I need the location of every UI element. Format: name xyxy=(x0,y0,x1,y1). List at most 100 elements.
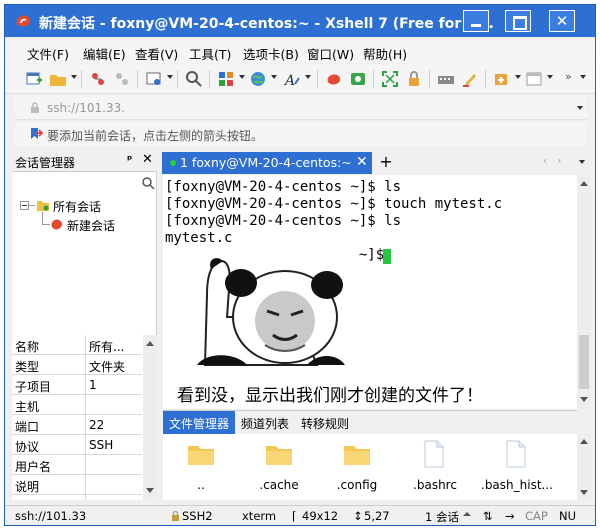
scroll-up-icon[interactable] xyxy=(580,181,588,186)
xftp-icon[interactable] xyxy=(349,70,367,88)
font-icon[interactable]: A xyxy=(283,70,301,88)
chevron-down-icon[interactable] xyxy=(547,75,553,79)
document-icon xyxy=(506,440,526,468)
file-list-scrollbar[interactable] xyxy=(577,434,591,500)
toolbar-separator xyxy=(177,70,178,88)
tab-file-manager[interactable]: 文件管理器 xyxy=(163,411,236,435)
folder-icon xyxy=(344,446,370,465)
session-manager-panel: 会话管理器 ᵖ ✕ 所有会话 新建会话 名称 所有... 类型 文件夹 子项目 1 主… xyxy=(12,150,157,500)
menu-help[interactable]: 帮助(H) xyxy=(363,44,407,63)
close-icon: ✕ xyxy=(555,12,569,30)
property-value: SSH xyxy=(89,438,114,452)
folder-icon xyxy=(37,201,49,211)
title-bar[interactable]: 新建会话 - foxny@VM-20-4-centos:~ - Xshell 7… xyxy=(5,5,595,37)
search-icon[interactable] xyxy=(142,177,155,190)
toolbar-separator xyxy=(209,70,210,88)
tab-transfer-rules[interactable]: 转移规则 xyxy=(301,415,349,432)
chevron-down-icon[interactable] xyxy=(71,75,77,79)
scroll-up-icon[interactable] xyxy=(580,439,588,444)
minimize-button[interactable] xyxy=(463,10,489,32)
chevron-down-icon[interactable] xyxy=(271,75,277,79)
tab-session-1[interactable]: 1 foxny@VM-20-4-centos:~ ✕ xyxy=(162,152,372,174)
chevron-up-icon[interactable] xyxy=(463,512,471,516)
highlight-icon[interactable] xyxy=(461,70,479,88)
property-key: 子项目 xyxy=(15,380,52,394)
open-folder-icon[interactable] xyxy=(49,70,67,88)
toolbar-separator xyxy=(81,70,82,88)
status-bar: ssh://101.33 SSH2 xterm ⌈ 49x12 ↕ 5,27 1… xyxy=(5,505,595,525)
close-button[interactable]: ✕ xyxy=(549,10,575,32)
tab-label: 1 foxny@VM-20-4-centos:~ xyxy=(180,155,352,170)
file-item[interactable]: .cache xyxy=(243,438,315,498)
menu-tools[interactable]: 工具(T) xyxy=(189,44,231,63)
new-session-icon[interactable] xyxy=(25,70,43,88)
scroll-down-icon[interactable] xyxy=(580,490,588,495)
tab-scroll-right-icon[interactable]: › xyxy=(557,154,561,167)
menu-window[interactable]: 窗口(W) xyxy=(307,44,354,63)
menu-view[interactable]: 查看(V) xyxy=(135,44,178,63)
scroll-up-icon[interactable] xyxy=(146,341,154,346)
scroll-down-icon[interactable] xyxy=(580,397,588,402)
toolbar-separator xyxy=(137,70,138,88)
session-hint-bar: 要添加当前会话，点击左侧的箭头按钮。 xyxy=(15,122,587,146)
add-tab-button[interactable]: + xyxy=(377,152,395,172)
window-icon[interactable] xyxy=(525,70,543,88)
chevron-down-icon[interactable] xyxy=(577,106,583,110)
tree-item-all-sessions[interactable]: 所有会话 xyxy=(53,198,101,215)
properties-scrollbar[interactable] xyxy=(143,335,157,500)
layout-icon[interactable] xyxy=(217,70,235,88)
property-row: 类型 文件夹 xyxy=(12,355,142,375)
collapse-toggle[interactable] xyxy=(20,201,29,210)
close-icon[interactable]: ✕ xyxy=(356,154,368,170)
terminal-area[interactable]: [foxny@VM-20-4-centos ~]$ ls [foxny@VM-2… xyxy=(163,175,577,409)
disconnect-icon[interactable] xyxy=(113,70,131,88)
xshell-icon[interactable] xyxy=(325,70,343,88)
chevron-down-icon[interactable] xyxy=(305,75,311,79)
file-item[interactable]: .config xyxy=(321,438,393,498)
status-caps-lock: CAP xyxy=(525,509,548,523)
lock-icon[interactable] xyxy=(405,70,423,88)
hint-text: 要添加当前会话，点击左侧的箭头按钮。 xyxy=(47,129,264,143)
chevron-down-icon[interactable] xyxy=(515,75,521,79)
file-item[interactable]: .bash_hist... xyxy=(477,438,557,498)
keyboard-icon[interactable] xyxy=(437,70,455,88)
address-input[interactable]: ssh://101.33. xyxy=(47,101,125,115)
fullscreen-icon[interactable] xyxy=(381,70,399,88)
globe-icon[interactable] xyxy=(249,70,267,88)
terminal-line: mytest.c xyxy=(165,230,233,246)
menu-edit[interactable]: 编辑(E) xyxy=(83,44,126,63)
tab-scroll-left-icon[interactable]: ‹ xyxy=(543,154,547,167)
terminal-cursor xyxy=(383,249,391,264)
file-item[interactable]: .bashrc xyxy=(399,438,471,498)
toolbar-separator xyxy=(429,70,430,88)
property-key: 主机 xyxy=(15,400,40,414)
pin-icon[interactable]: ᵖ xyxy=(127,153,132,166)
add-tab-icon[interactable] xyxy=(493,70,511,88)
bookmark-arrow-icon[interactable] xyxy=(29,127,43,141)
property-row: 子项目 1 xyxy=(12,375,142,395)
chevron-down-icon[interactable] xyxy=(167,75,173,79)
menu-file[interactable]: 文件(F) xyxy=(27,44,69,63)
chevron-down-icon[interactable] xyxy=(239,75,245,79)
maximize-button[interactable] xyxy=(505,10,531,32)
chevron-down-icon[interactable] xyxy=(579,160,585,164)
close-icon[interactable]: ✕ xyxy=(142,152,153,167)
file-item[interactable]: .. xyxy=(165,438,237,498)
status-session-count[interactable]: 1 会话 xyxy=(425,509,459,525)
menu-tabs[interactable]: 选项卡(B) xyxy=(243,44,299,63)
toolbar-overflow-icon[interactable]: » xyxy=(565,70,572,83)
file-manager-tabs: 文件管理器 频道列表 转移规则 xyxy=(163,410,577,435)
scroll-thumb[interactable] xyxy=(579,335,589,389)
folder-icon xyxy=(266,446,292,465)
tab-channel-list[interactable]: 频道列表 xyxy=(241,415,289,432)
terminal-scrollbar[interactable] xyxy=(577,175,591,409)
scroll-down-icon[interactable] xyxy=(146,488,154,493)
tree-item-new-session[interactable]: 新建会话 xyxy=(67,217,115,234)
property-key: 用户名 xyxy=(15,460,52,474)
properties-icon[interactable] xyxy=(145,70,163,88)
property-key: 名称 xyxy=(15,340,40,354)
find-icon[interactable] xyxy=(185,70,203,88)
chevron-down-icon[interactable] xyxy=(580,75,586,79)
address-bar[interactable]: ssh://101.33. xyxy=(15,96,587,120)
connect-icon[interactable] xyxy=(89,70,107,88)
